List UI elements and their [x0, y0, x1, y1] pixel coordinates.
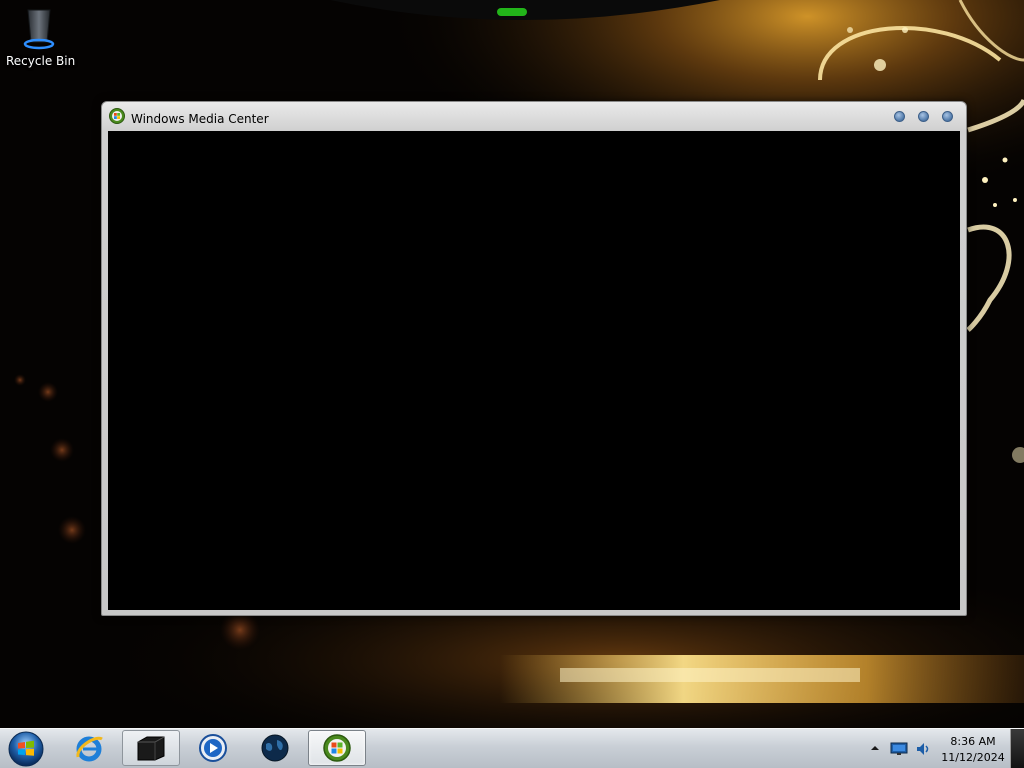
media-center-content[interactable]	[108, 131, 960, 610]
taskbar: 8:36 AM 11/12/2024	[0, 728, 1024, 768]
start-button[interactable]	[4, 730, 50, 768]
monitor-icon[interactable]	[890, 741, 908, 757]
maximize-button[interactable]	[918, 111, 929, 122]
taskbar-folder[interactable]	[122, 730, 180, 766]
taskbar-globe[interactable]	[246, 730, 304, 766]
windows-media-center-icon	[109, 108, 125, 124]
close-button[interactable]	[942, 111, 953, 122]
sound-icon[interactable]	[914, 740, 932, 758]
recycle-bin-icon	[23, 9, 55, 50]
taskbar-media-player[interactable]	[184, 730, 242, 766]
window-titlebar[interactable]: Windows Media Center	[102, 102, 966, 131]
clock-time: 8:36 AM	[950, 735, 996, 748]
minimize-button[interactable]	[894, 111, 905, 122]
globe-icon	[261, 734, 289, 762]
media-player-icon	[199, 734, 227, 762]
clock-date: 11/12/2024	[941, 751, 1005, 764]
show-hidden-icons-arrow[interactable]	[869, 742, 881, 754]
show-desktop-button[interactable]	[1010, 729, 1024, 768]
desktop-icon-label: Recycle Bin	[6, 54, 76, 68]
window-title: Windows Media Center	[131, 112, 269, 126]
taskbar-windows-media-center[interactable]	[308, 730, 366, 766]
media-center-window[interactable]: Windows Media Center	[101, 101, 967, 616]
desktop: Recycle Bin Windows Media Center 8:36 AM…	[0, 0, 1024, 768]
windows-media-center-icon	[323, 734, 351, 762]
taskbar-internet-explorer[interactable]	[60, 730, 118, 766]
taskbar-clock[interactable]: 8:36 AM 11/12/2024	[936, 734, 1010, 766]
desktop-icon-recycle-bin[interactable]: Recycle Bin	[6, 6, 76, 76]
black-folder-icon	[137, 736, 165, 761]
internet-explorer-icon	[76, 736, 103, 762]
windows-start-orb-icon	[8, 731, 44, 767]
